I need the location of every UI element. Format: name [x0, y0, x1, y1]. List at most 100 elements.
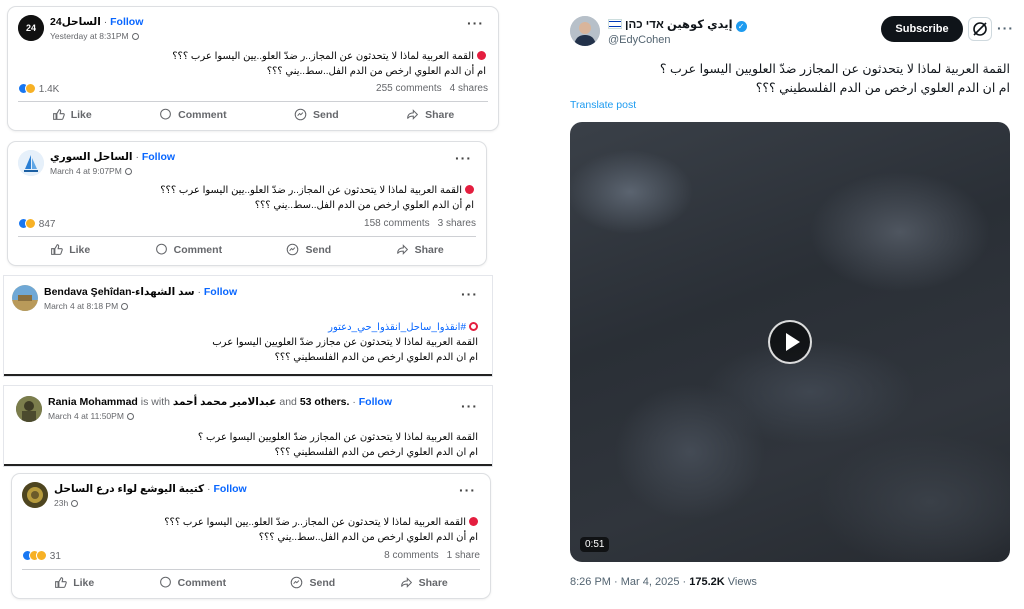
x-post: إيدي كوهين אדי כהן ✓ @EdyCohen Subscribe … — [560, 0, 1024, 609]
avatar[interactable] — [18, 150, 44, 176]
like-button[interactable]: Like — [54, 576, 94, 589]
svg-text:24: 24 — [26, 23, 36, 33]
red-circle-icon — [469, 517, 478, 526]
comment-button[interactable]: Comment — [159, 108, 227, 121]
post-header: كتيبة اليوشع لواء درع الساحل · Follow 23… — [12, 474, 490, 510]
share-count[interactable]: 1 share — [447, 550, 480, 561]
comment-count[interactable]: 8 comments — [384, 550, 438, 561]
action-bar: Like Comment Send Share — [22, 569, 480, 595]
reaction-summary[interactable]: 1.4K — [18, 83, 59, 95]
page-name[interactable]: Bendava Şehîdan-سد الشهداء — [44, 286, 195, 298]
red-circle-icon — [477, 51, 486, 60]
page-name[interactable]: كتيبة اليوشع لواء درع الساحل — [54, 483, 204, 495]
tagged-others[interactable]: 53 others. — [300, 396, 350, 408]
share-arrow-icon — [400, 577, 412, 588]
share-count[interactable]: 3 shares — [438, 218, 476, 229]
post-text: القمة العربية لماذا لا يتحدثون عن المجاز… — [659, 62, 1010, 95]
avatar[interactable]: 24 — [18, 15, 44, 41]
red-ring-icon — [469, 322, 478, 331]
thumbs-up-icon — [55, 577, 67, 588]
follow-button[interactable]: Follow — [213, 483, 246, 495]
post-text: #انقذوا_ساحل_انقذوا_حي_دعتور القمة العرب… — [212, 322, 478, 363]
send-button[interactable]: Send — [290, 576, 335, 589]
more-options-icon[interactable]: ··· — [461, 398, 478, 414]
follow-button[interactable]: Follow — [359, 396, 392, 408]
globe-icon — [131, 33, 139, 40]
subscribe-button[interactable]: Subscribe — [881, 16, 963, 42]
messenger-icon — [287, 243, 299, 256]
post-time[interactable]: Yesterday at 8:31PM — [50, 31, 129, 41]
follow-button[interactable]: Follow — [142, 151, 175, 163]
share-arrow-icon — [407, 109, 419, 120]
share-button[interactable]: Share — [400, 576, 448, 589]
avatar[interactable] — [570, 16, 600, 46]
like-button[interactable]: Like — [52, 108, 92, 121]
post-text: القمة العربية لماذا لا يتحدثون عن المجاز… — [172, 51, 486, 77]
facebook-post-2: الساحل السوري · Follow March 4 at 9:07PM… — [8, 142, 486, 265]
verified-badge-icon: ✓ — [735, 21, 747, 32]
facebook-post-3: Bendava Şehîdan-سد الشهداء · Follow Marc… — [4, 276, 492, 376]
page-name[interactable]: الساحل24 — [50, 16, 101, 28]
comment-icon — [155, 243, 167, 255]
post-time[interactable]: March 4 at 8:18 PM — [44, 301, 118, 311]
user-handle[interactable]: @EdyCohen — [608, 34, 671, 46]
avatar[interactable] — [22, 482, 48, 508]
grok-icon[interactable] — [968, 17, 992, 41]
more-options-icon[interactable]: ··· — [455, 150, 472, 166]
comment-icon — [159, 576, 171, 588]
reaction-summary[interactable]: 31 — [22, 550, 61, 562]
messenger-icon — [294, 108, 307, 121]
more-options-icon[interactable]: ··· — [467, 15, 484, 31]
post-time[interactable]: March 4 at 11:50PM — [48, 411, 124, 421]
comment-count[interactable]: 158 comments — [364, 218, 430, 229]
post-time[interactable]: March 4 at 9:07PM — [50, 166, 122, 176]
sad-reaction-icon — [25, 83, 36, 94]
like-button[interactable]: Like — [50, 243, 90, 256]
video-player[interactable]: 0:51 — [570, 122, 1010, 562]
comment-button[interactable]: Comment — [159, 576, 226, 589]
post-header: الساحل السوري · Follow March 4 at 9:07PM… — [8, 142, 486, 178]
post-timestamp[interactable]: 8:26 PM · Mar 4, 2025 · — [570, 576, 689, 588]
comment-icon — [160, 108, 172, 120]
post-header: Rania Mohammad is with عبدالامير محمد أح… — [4, 386, 492, 422]
avatar[interactable] — [16, 396, 42, 422]
israel-flag-icon — [608, 19, 622, 29]
follow-button[interactable]: Follow — [204, 286, 237, 298]
facebook-post-4: Rania Mohammad is with عبدالامير محمد أح… — [4, 386, 492, 466]
tagged-user[interactable]: عبدالامير محمد أحمد — [173, 396, 277, 408]
post-meta: 8:26 PM · Mar 4, 2025 · 175.2K Views — [570, 576, 757, 588]
hashtag-link[interactable]: #انقذوا_ساحل_انقذوا_حي_دعتور — [328, 322, 466, 333]
globe-icon — [71, 500, 79, 507]
globe-icon — [126, 413, 134, 420]
display-name[interactable]: إيدي كوهين אדי כהן — [625, 19, 733, 31]
more-options-icon[interactable]: ··· — [459, 482, 476, 498]
share-count[interactable]: 4 shares — [450, 83, 488, 94]
view-count: 175.2K — [689, 576, 725, 588]
follow-button[interactable]: Follow — [110, 16, 143, 28]
video-duration: 0:51 — [580, 537, 610, 552]
post-time[interactable]: 23h — [54, 498, 68, 508]
post-header: 24 الساحل24 · Follow Yesterday at 8:31PM… — [8, 7, 498, 43]
thumbs-up-icon — [51, 244, 63, 255]
more-options-icon[interactable]: ··· — [997, 20, 1014, 36]
reaction-summary[interactable]: 847 — [18, 218, 55, 230]
facebook-post-5: كتيبة اليوشع لواء درع الساحل · Follow 23… — [12, 474, 490, 598]
more-options-icon[interactable]: ··· — [461, 286, 478, 302]
comment-count[interactable]: 255 comments — [376, 83, 442, 94]
messenger-icon — [291, 576, 303, 589]
share-button[interactable]: Share — [406, 108, 454, 121]
share-arrow-icon — [396, 244, 408, 255]
translate-post-link[interactable]: Translate post — [570, 99, 636, 111]
avatar[interactable] — [12, 285, 38, 311]
share-button[interactable]: Share — [396, 243, 444, 256]
comment-button[interactable]: Comment — [155, 243, 222, 256]
post-text: القمة العربية لماذا لا يتحدثون عن المجاز… — [160, 185, 474, 211]
page-name[interactable]: الساحل السوري — [50, 151, 133, 163]
action-bar: Like Comment Send Share — [18, 236, 476, 262]
user-name[interactable]: Rania Mohammad — [48, 396, 138, 408]
send-button[interactable]: Send — [286, 243, 331, 256]
sad-reaction-icon — [36, 550, 47, 561]
red-circle-icon — [465, 185, 474, 194]
send-button[interactable]: Send — [294, 108, 339, 121]
play-icon[interactable] — [768, 320, 812, 364]
